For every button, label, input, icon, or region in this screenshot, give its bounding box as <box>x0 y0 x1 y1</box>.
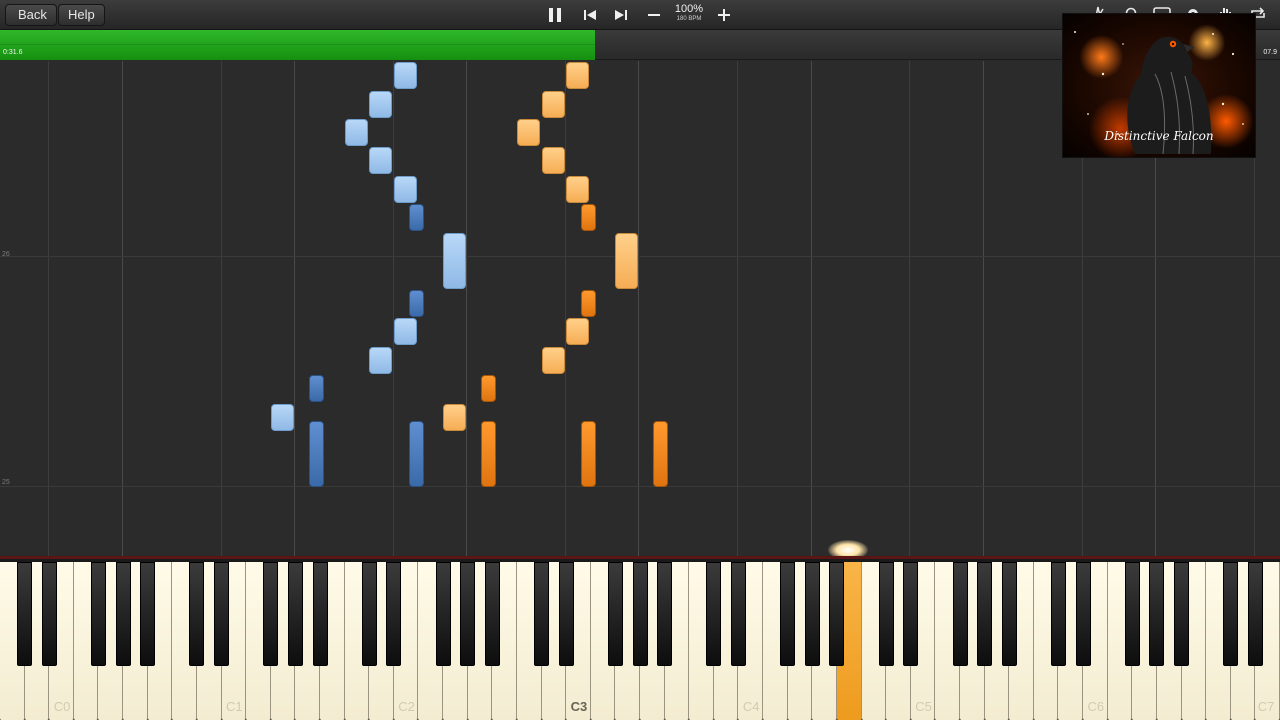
black-key[interactable] <box>484 562 500 666</box>
note-right-hand <box>581 290 596 317</box>
speed-down-icon[interactable] <box>644 5 664 25</box>
black-key[interactable] <box>632 562 648 666</box>
synthesia-player: Back Help 100% 180 BPM 0:31.6 07.9 26 25… <box>0 0 1280 720</box>
black-key[interactable] <box>263 562 279 666</box>
note-right-hand <box>542 347 565 374</box>
octave-label: C2 <box>398 699 415 714</box>
black-key[interactable] <box>287 562 303 666</box>
black-key[interactable] <box>312 562 328 666</box>
speed-up-icon[interactable] <box>714 5 734 25</box>
note-left-hand <box>394 318 417 345</box>
black-key[interactable] <box>730 562 746 666</box>
octave-label: C6 <box>1087 699 1105 714</box>
measure-number: 26 <box>2 251 10 258</box>
note-right-hand <box>615 233 638 289</box>
note-right-hand <box>566 62 589 89</box>
black-key[interactable] <box>558 562 574 666</box>
note-left-hand <box>409 421 424 487</box>
octave-label: C1 <box>225 699 243 714</box>
black-key[interactable] <box>361 562 377 666</box>
speed-percent: 100% <box>674 3 704 15</box>
black-key[interactable] <box>1223 562 1239 666</box>
octave-label: C3 <box>570 699 588 714</box>
note-right-hand <box>566 176 589 203</box>
octave-label: C4 <box>742 699 760 714</box>
note-right-hand <box>581 421 596 487</box>
note-right-hand <box>517 119 540 146</box>
black-key[interactable] <box>1075 562 1091 666</box>
note-left-hand <box>394 176 417 203</box>
rewind-icon[interactable] <box>580 5 600 25</box>
note-right-hand <box>653 421 668 487</box>
speed-bpm: 180 BPM <box>676 16 702 22</box>
black-key[interactable] <box>952 562 968 666</box>
album-caption: Distinctive Falcon <box>1104 129 1214 143</box>
note-right-hand <box>542 147 565 174</box>
note-right-hand <box>542 91 565 118</box>
black-key[interactable] <box>878 562 894 666</box>
piano-keyboard[interactable]: C0 C1 C2 C3 C4 C5 C6 C7 <box>0 556 1280 720</box>
octave-label: C0 <box>53 699 71 714</box>
note-left-hand <box>443 233 466 289</box>
note-left-hand <box>309 375 324 402</box>
black-key[interactable] <box>460 562 476 666</box>
black-key[interactable] <box>607 562 623 666</box>
speed-display: 100% 180 BPM <box>668 3 710 23</box>
black-key[interactable] <box>657 562 673 666</box>
note-left-hand <box>271 404 294 431</box>
black-key[interactable] <box>435 562 451 666</box>
black-key[interactable] <box>17 562 33 666</box>
black-key[interactable] <box>1001 562 1017 666</box>
black-key[interactable] <box>140 562 156 666</box>
back-button[interactable]: Back <box>5 4 57 26</box>
black-key[interactable] <box>903 562 919 666</box>
black-key[interactable] <box>189 562 205 666</box>
black-key[interactable] <box>386 562 402 666</box>
progress-fill <box>0 30 596 60</box>
note-right-hand <box>566 318 589 345</box>
note-left-hand <box>369 91 392 118</box>
black-key[interactable] <box>115 562 131 666</box>
black-key[interactable] <box>706 562 722 666</box>
help-button[interactable]: Help <box>58 4 105 26</box>
black-key[interactable] <box>1124 562 1140 666</box>
note-right-hand <box>443 404 466 431</box>
note-left-hand <box>369 347 392 374</box>
black-key[interactable] <box>804 562 820 666</box>
black-key[interactable] <box>829 562 845 666</box>
album-art: Distinctive Falcon <box>1062 13 1256 158</box>
black-key[interactable] <box>780 562 796 666</box>
skip-forward-icon[interactable] <box>611 5 631 25</box>
note-left-hand <box>345 119 368 146</box>
measure-number: 25 <box>2 479 10 486</box>
black-key[interactable] <box>214 562 230 666</box>
black-key[interactable] <box>90 562 106 666</box>
black-key[interactable] <box>41 562 57 666</box>
black-key[interactable] <box>1050 562 1066 666</box>
black-key[interactable] <box>977 562 993 666</box>
pause-icon[interactable] <box>545 5 565 25</box>
note-left-hand <box>409 204 424 231</box>
black-key[interactable] <box>1174 562 1190 666</box>
black-key[interactable] <box>1247 562 1263 666</box>
total-time: 07.9 <box>1263 49 1277 56</box>
note-right-hand <box>481 375 496 402</box>
note-left-hand <box>394 62 417 89</box>
black-key[interactable] <box>534 562 550 666</box>
note-right-hand <box>581 204 596 231</box>
black-key[interactable] <box>1149 562 1165 666</box>
octave-label: C5 <box>915 699 932 714</box>
note-right-hand <box>481 421 496 487</box>
note-left-hand <box>369 147 392 174</box>
note-left-hand <box>309 421 324 487</box>
elapsed-time: 0:31.6 <box>3 49 23 56</box>
note-left-hand <box>409 290 424 317</box>
octave-label: C7 <box>1257 699 1275 714</box>
